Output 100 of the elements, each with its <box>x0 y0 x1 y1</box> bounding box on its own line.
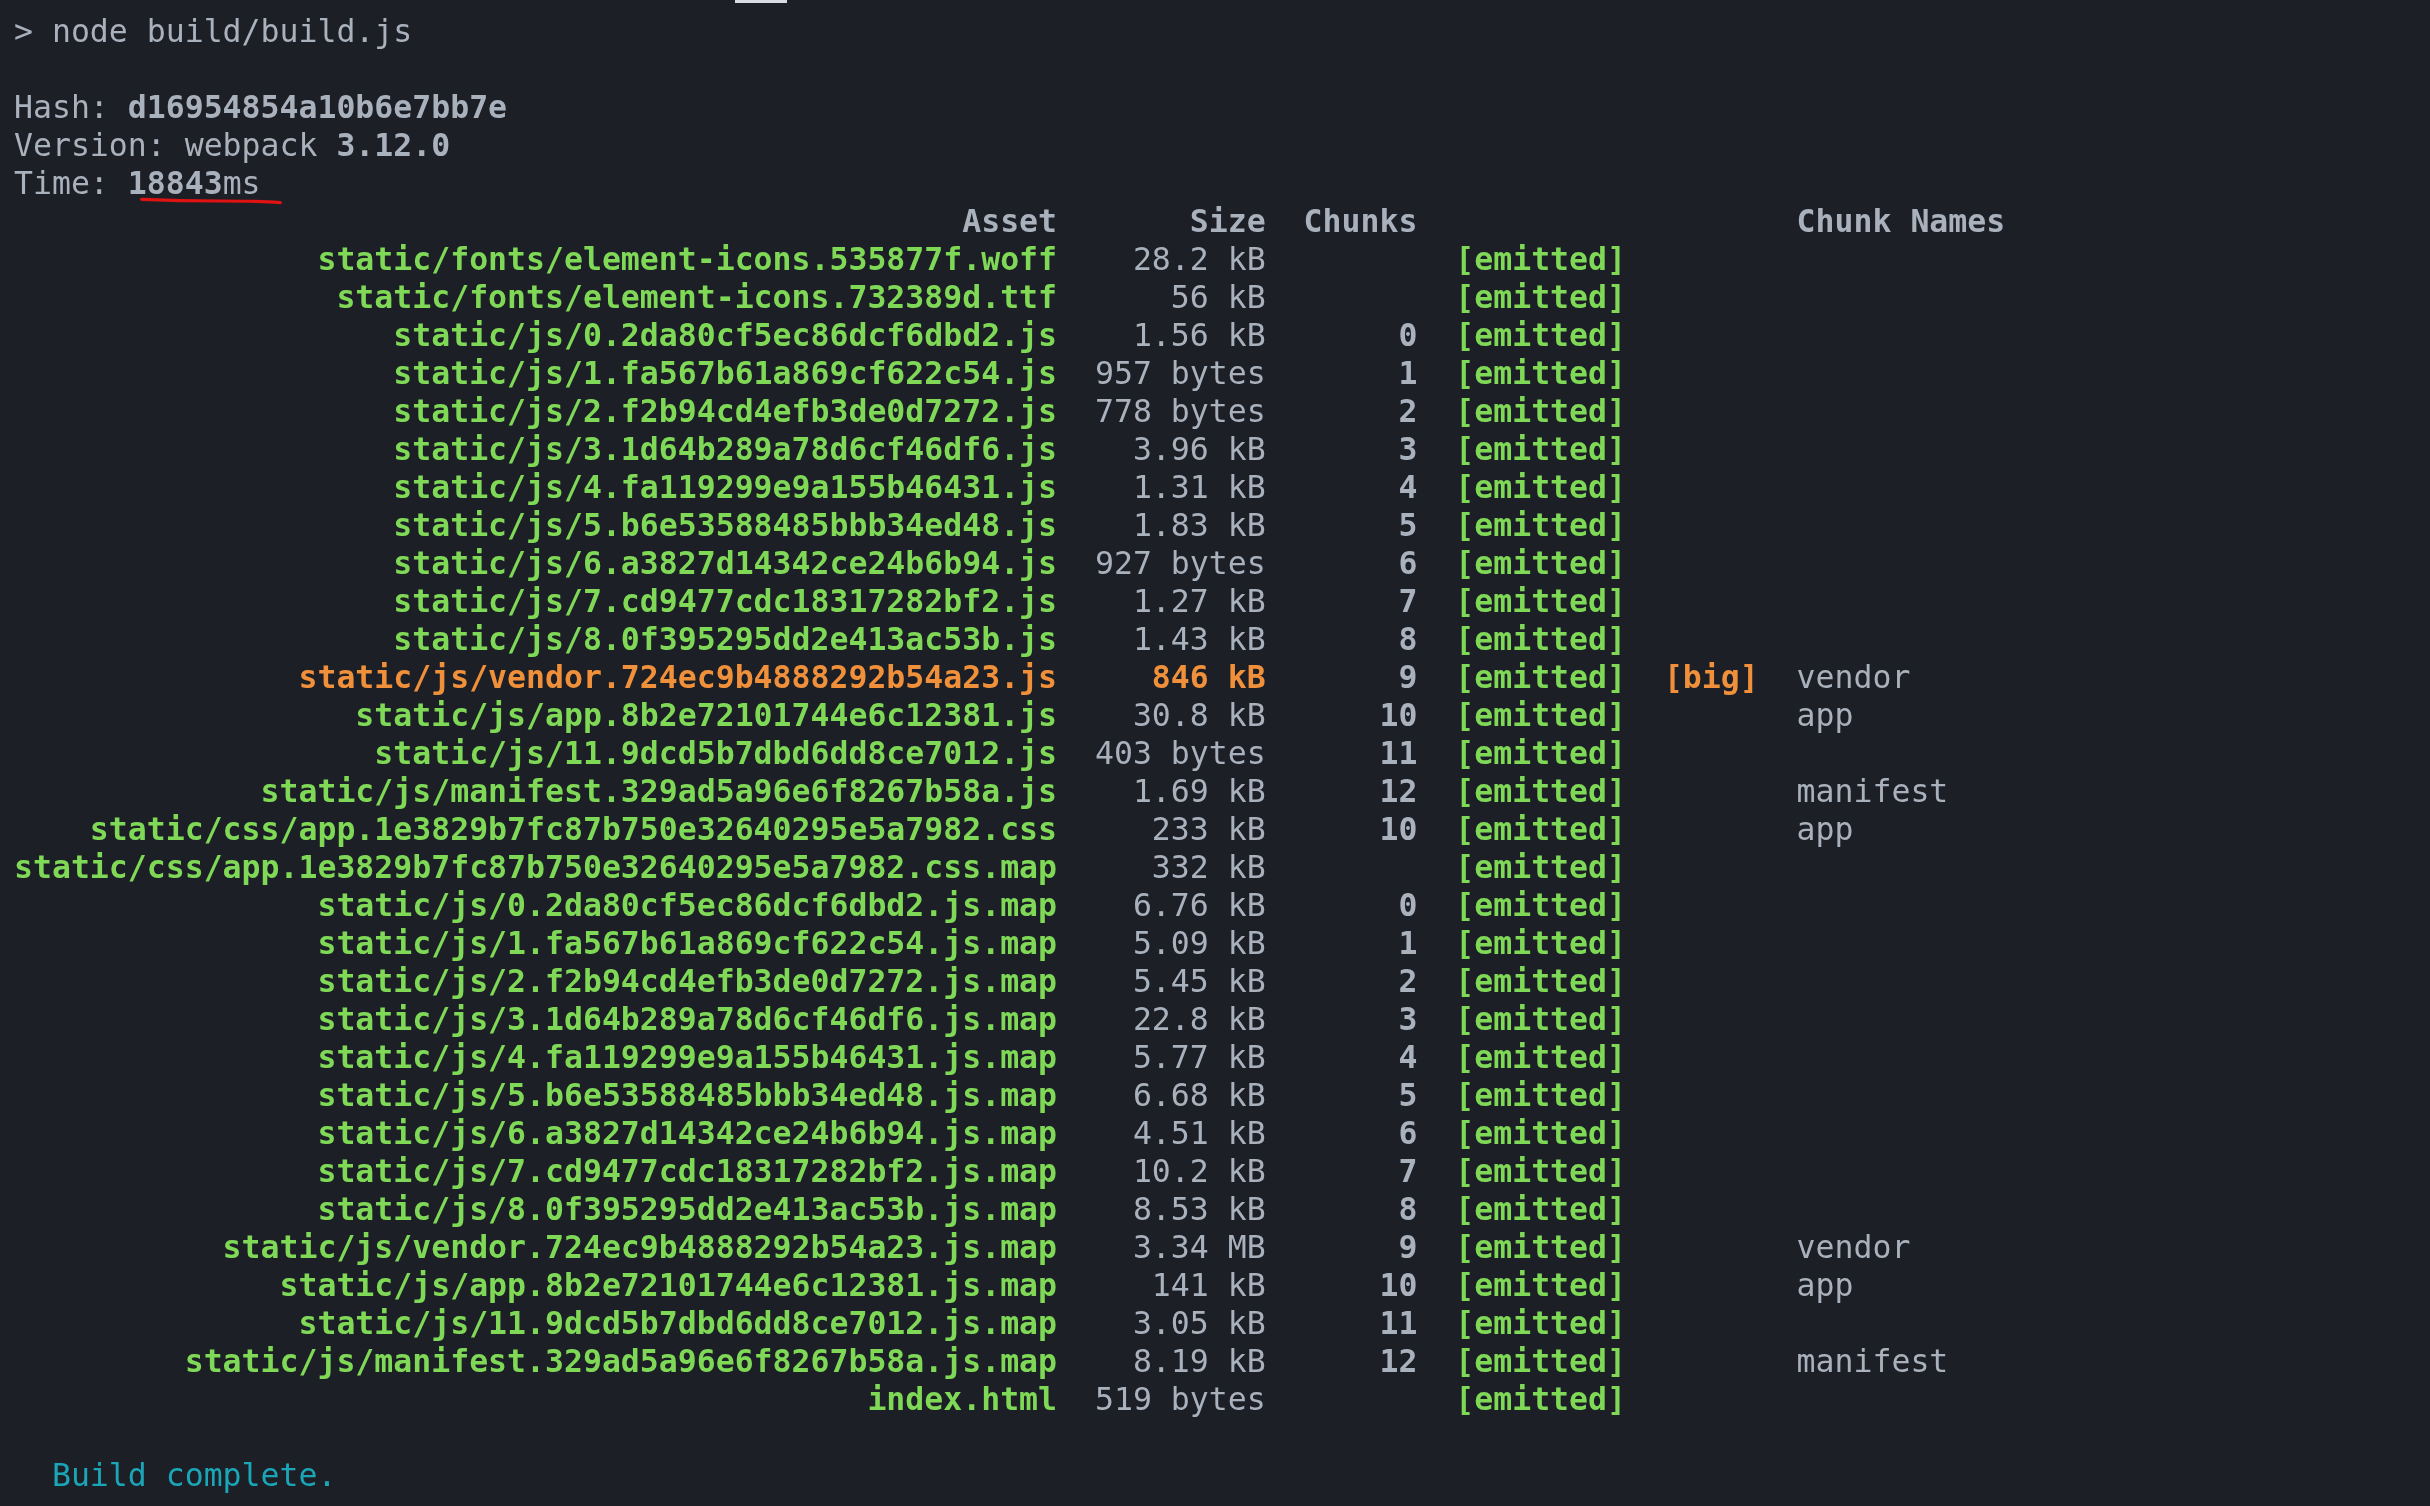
asset-size: 56 kB <box>1170 279 1266 315</box>
emitted-status: [emitted] <box>1455 279 1626 315</box>
asset-path: static/js/2.f2b94cd4efb3de0d7272.js <box>393 393 1058 429</box>
asset-path: static/fonts/element-icons.732389d.ttf <box>336 279 1058 315</box>
chunk-id: 6 <box>1398 545 1418 581</box>
asset-size: 1.83 kB <box>1132 507 1266 543</box>
chunk-id: 0 <box>1398 887 1418 923</box>
emitted-status: [emitted] <box>1455 241 1626 277</box>
asset-size: 10.2 kB <box>1132 1153 1266 1189</box>
chunk-id: 9 <box>1398 659 1418 695</box>
command-line: > node build/build.js <box>14 13 413 49</box>
asset-path: static/css/app.1e3829b7fc87b750e32640295e5a7982.css.map <box>14 849 1058 885</box>
asset-path: static/js/1.fa567b61a869cf622c54.js.map <box>317 925 1058 961</box>
asset-size: 5.09 kB <box>1132 925 1266 961</box>
chunk-name: app <box>1796 697 1854 733</box>
asset-path: static/js/3.1d64b289a78d6cf46df6.js <box>393 431 1058 467</box>
asset-path: static/js/vendor.724ec9b4888292b54a23.js <box>298 659 1058 695</box>
asset-path: static/js/6.a3827d14342ce24b6b94.js.map <box>317 1115 1058 1151</box>
asset-path: static/js/app.8b2e72101744e6c12381.js <box>355 697 1058 733</box>
build-complete-message: Build complete. <box>50 1457 337 1493</box>
chunk-id: 11 <box>1379 1305 1418 1341</box>
chunk-id: 8 <box>1398 621 1418 657</box>
asset-size: 332 kB <box>1151 849 1266 885</box>
asset-size: 1.27 kB <box>1132 583 1266 619</box>
emitted-status: [emitted] <box>1455 317 1626 353</box>
chunk-id: 8 <box>1398 1191 1418 1227</box>
asset-path: static/fonts/element-icons.535877f.woff <box>317 241 1058 277</box>
asset-size: 927 bytes <box>1094 545 1266 581</box>
asset-path: static/js/5.b6e53588485bbb34ed48.js.map <box>317 1077 1058 1113</box>
asset-path: static/js/4.fa119299e9a155b46431.js.map <box>317 1039 1058 1075</box>
emitted-status: [emitted] <box>1455 1305 1626 1341</box>
asset-path: static/js/6.a3827d14342ce24b6b94.js <box>393 545 1058 581</box>
emitted-status: [emitted] <box>1455 1153 1626 1189</box>
emitted-status: [emitted] <box>1455 735 1626 771</box>
asset-path: index.html <box>867 1381 1058 1417</box>
asset-size: 1.31 kB <box>1132 469 1266 505</box>
asset-path: static/js/8.0f395295dd2e413ac53b.js.map <box>317 1191 1058 1227</box>
emitted-status: [emitted] <box>1455 1001 1626 1037</box>
emitted-status: [emitted] <box>1455 963 1626 999</box>
emitted-status: [emitted] <box>1455 925 1626 961</box>
asset-path: static/js/4.fa119299e9a155b46431.js <box>393 469 1058 505</box>
emitted-status: [emitted] <box>1455 1039 1626 1075</box>
chunk-name: vendor <box>1796 659 1911 695</box>
asset-size: 4.51 kB <box>1132 1115 1266 1151</box>
emitted-status: [emitted] <box>1455 469 1626 505</box>
asset-size: 6.76 kB <box>1132 887 1266 923</box>
asset-path: static/js/manifest.329ad5a96e6f8267b58a.js.map <box>184 1343 1058 1379</box>
chunk-name: vendor <box>1796 1229 1911 1265</box>
chunk-id: 2 <box>1398 963 1418 999</box>
asset-path: static/js/manifest.329ad5a96e6f8267b58a.js <box>260 773 1058 809</box>
asset-path: static/js/2.f2b94cd4efb3de0d7272.js.map <box>317 963 1058 999</box>
emitted-status: [emitted] <box>1455 1115 1626 1151</box>
emitted-status: [emitted] <box>1455 811 1626 847</box>
chunk-name: app <box>1796 811 1854 847</box>
build-info-line: Hash: d16954854a10b6e7bb7e <box>14 89 508 125</box>
emitted-status: [emitted] <box>1455 393 1626 429</box>
asset-size: 6.68 kB <box>1132 1077 1266 1113</box>
chunk-id: 1 <box>1398 925 1418 961</box>
asset-size: 28.2 kB <box>1132 241 1266 277</box>
emitted-status: [emitted] <box>1455 1077 1626 1113</box>
asset-size: 957 bytes <box>1094 355 1266 391</box>
asset-size: 3.05 kB <box>1132 1305 1266 1341</box>
emitted-status: [emitted] <box>1455 659 1626 695</box>
chunk-id: 7 <box>1398 1153 1418 1189</box>
emitted-status: [emitted] <box>1455 1229 1626 1265</box>
asset-path: static/js/11.9dcd5b7dbd6dd8ce7012.js.map <box>298 1305 1058 1341</box>
chunk-id: 4 <box>1398 469 1418 505</box>
chunk-name: manifest <box>1796 1343 1949 1379</box>
asset-size: 22.8 kB <box>1132 1001 1266 1037</box>
asset-path: static/js/3.1d64b289a78d6cf46df6.js.map <box>317 1001 1058 1037</box>
emitted-status: [emitted] <box>1455 621 1626 657</box>
asset-size: 3.34 MB <box>1132 1229 1266 1265</box>
chunk-id: 9 <box>1398 1229 1418 1265</box>
asset-path: static/js/5.b6e53588485bbb34ed48.js <box>393 507 1058 543</box>
asset-size: 1.43 kB <box>1132 621 1266 657</box>
emitted-status: [emitted] <box>1455 1191 1626 1227</box>
chunk-id: 4 <box>1398 1039 1418 1075</box>
emitted-status: [emitted] <box>1455 545 1626 581</box>
asset-path: static/js/0.2da80cf5ec86dcf6dbd2.js <box>393 317 1058 353</box>
chunk-id: 11 <box>1379 735 1418 771</box>
asset-size: 8.53 kB <box>1132 1191 1266 1227</box>
asset-path: static/js/11.9dcd5b7dbd6dd8ce7012.js <box>374 735 1058 771</box>
chunk-id: 7 <box>1398 583 1418 619</box>
asset-path: static/js/vendor.724ec9b4888292b54a23.js.map <box>222 1229 1058 1265</box>
asset-size: 1.69 kB <box>1132 773 1266 809</box>
chunk-id: 12 <box>1379 1343 1418 1379</box>
emitted-status: [emitted] <box>1455 773 1626 809</box>
chunk-id: 3 <box>1398 431 1418 467</box>
chunk-id: 5 <box>1398 1077 1418 1113</box>
chunk-id: 0 <box>1398 317 1418 353</box>
asset-path: static/js/7.cd9477cdc18317282bf2.js.map <box>317 1153 1058 1189</box>
chunk-name: manifest <box>1796 773 1949 809</box>
chunk-name: app <box>1796 1267 1854 1303</box>
chunk-id: 10 <box>1379 697 1418 733</box>
chunk-id: 3 <box>1398 1001 1418 1037</box>
build-info-line: Time: 18843ms <box>14 165 261 201</box>
asset-path: static/js/8.0f395295dd2e413ac53b.js <box>393 621 1058 657</box>
emitted-status: [emitted] <box>1455 507 1626 543</box>
chunk-id: 10 <box>1379 811 1418 847</box>
emitted-status: [emitted] <box>1455 583 1626 619</box>
